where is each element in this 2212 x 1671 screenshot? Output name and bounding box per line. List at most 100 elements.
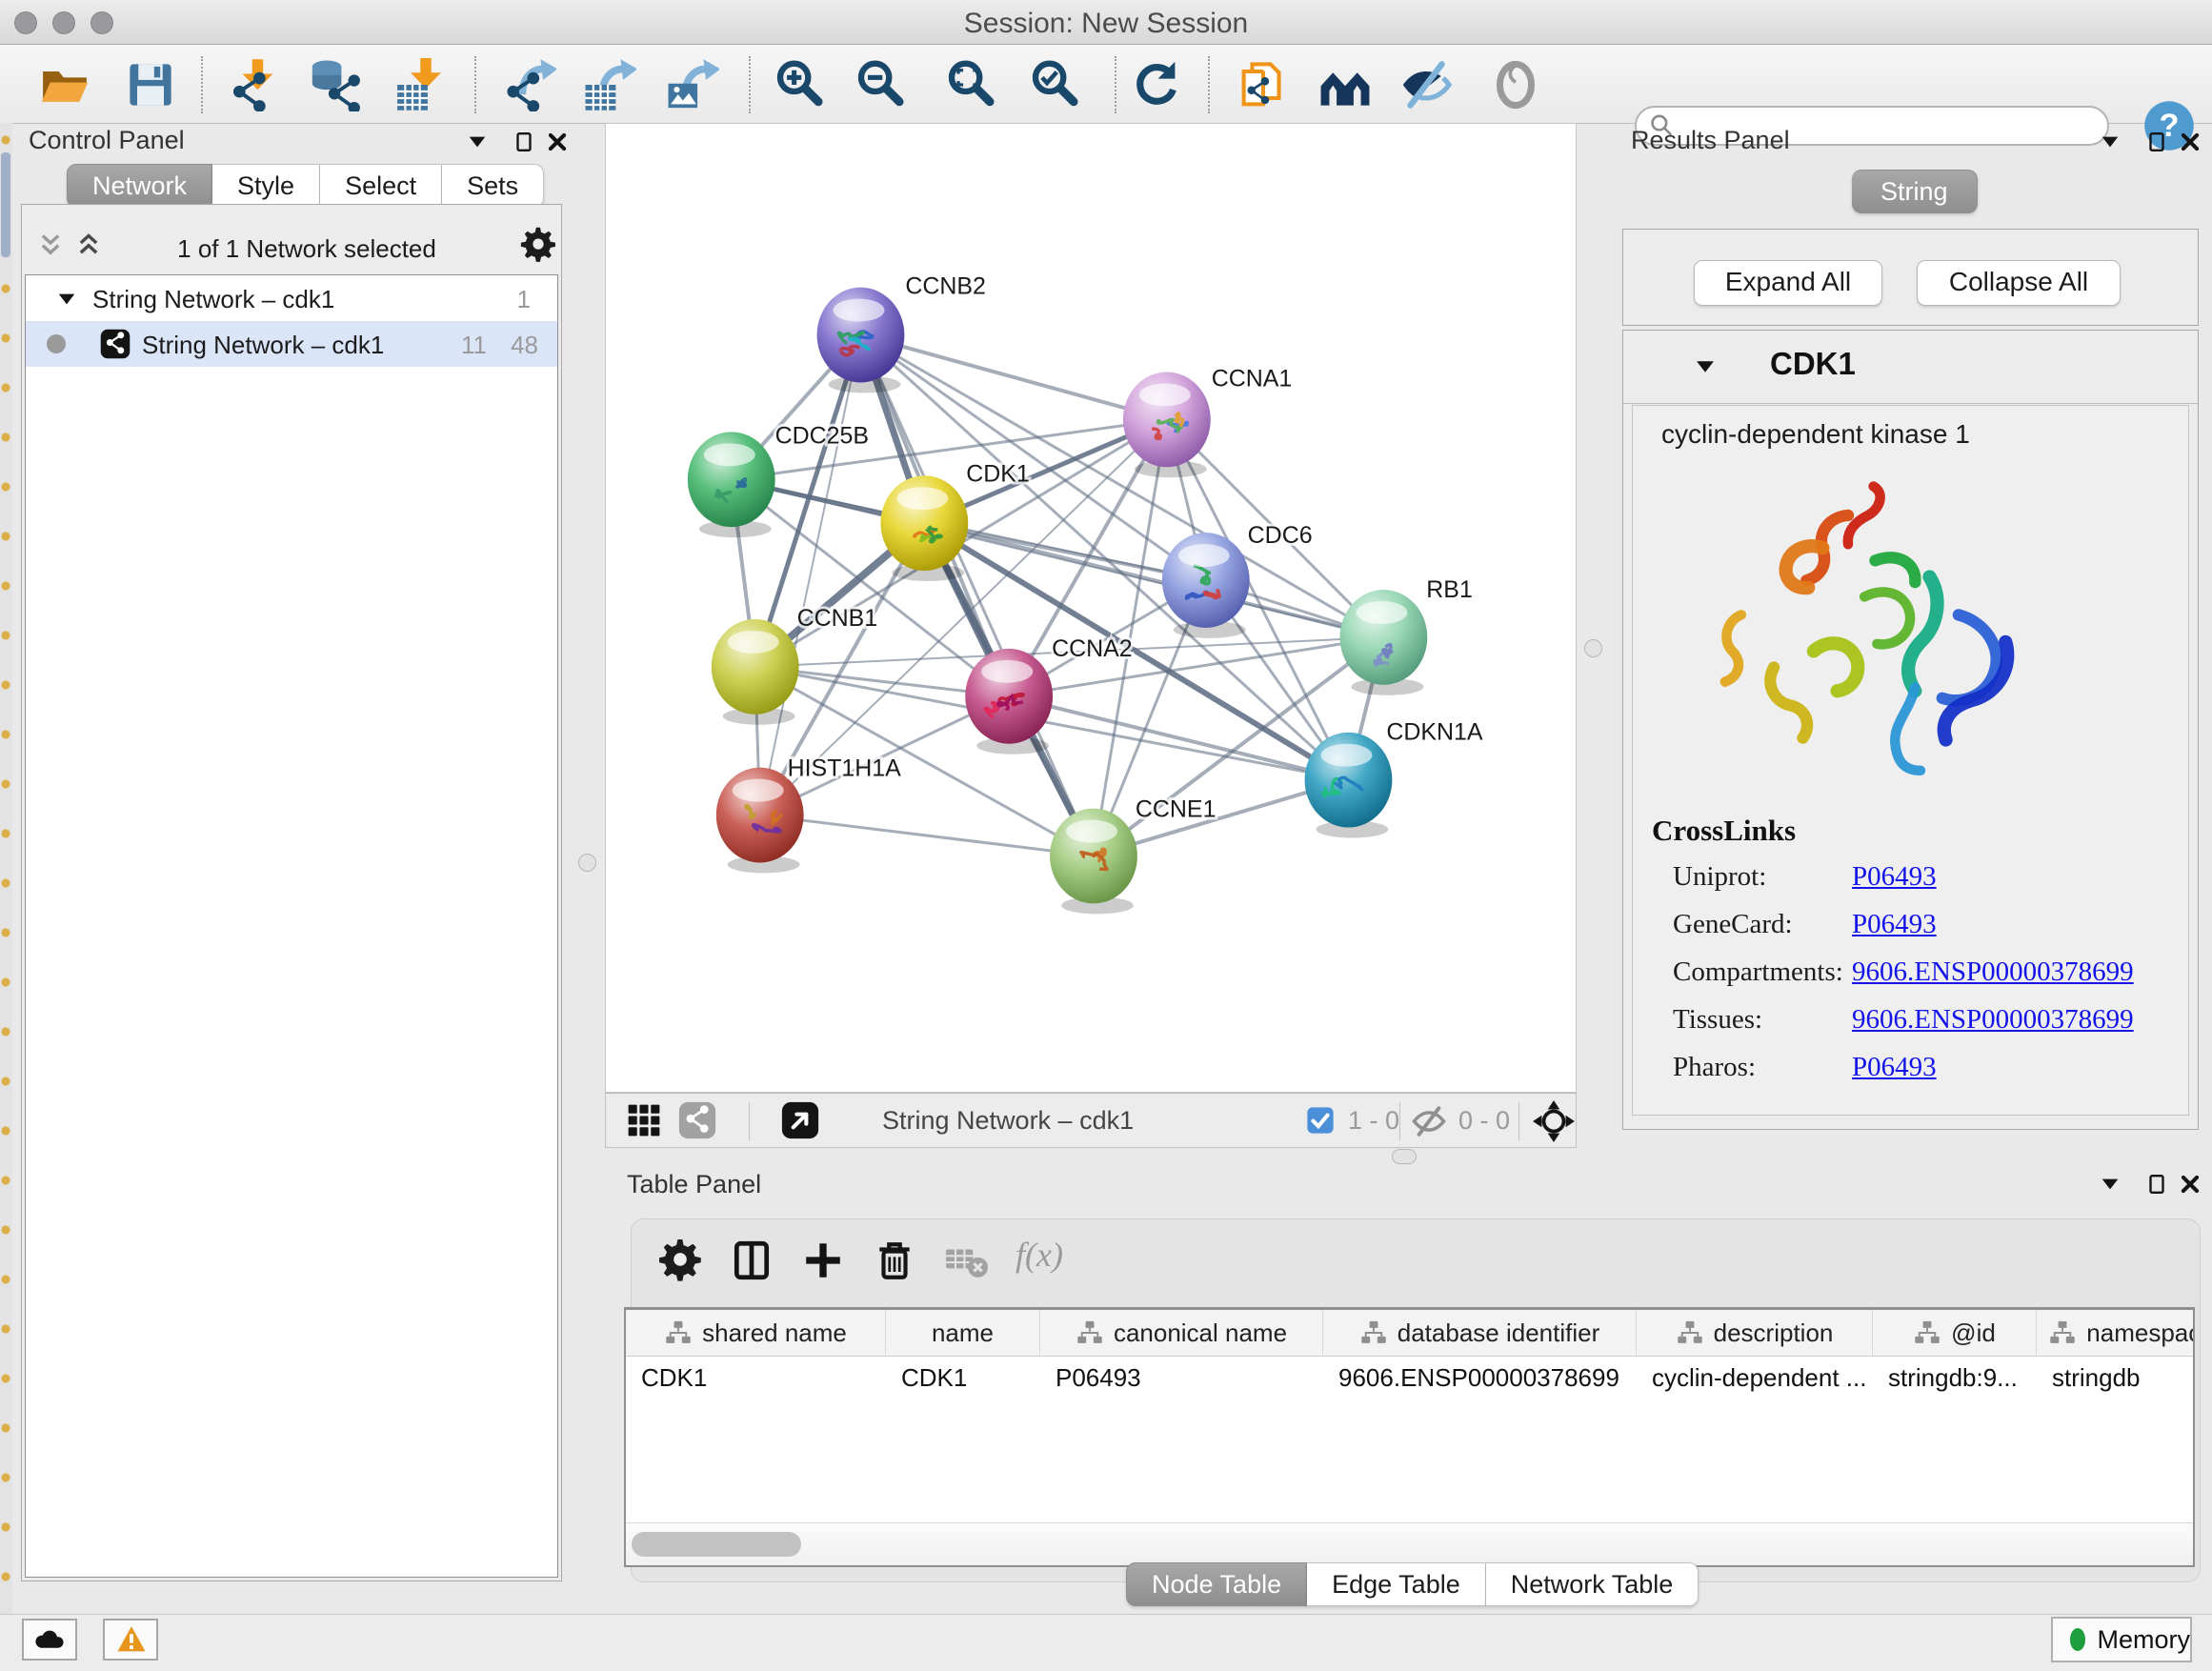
table-cell[interactable]: stringdb bbox=[2037, 1356, 2195, 1399]
collapse-all-button[interactable]: Collapse All bbox=[1917, 260, 2121, 306]
table-panel-float-icon[interactable] bbox=[2144, 1172, 2169, 1197]
refresh-network-icon[interactable] bbox=[1129, 58, 1182, 111]
import-table-from-file-icon[interactable] bbox=[392, 58, 446, 111]
control-panel-close-icon[interactable] bbox=[545, 130, 570, 154]
node-CCNB2[interactable] bbox=[817, 288, 905, 393]
node-RB1[interactable] bbox=[1339, 590, 1427, 695]
table-cell[interactable]: stringdb:9... bbox=[1873, 1356, 2037, 1399]
collapse-all-networks-icon[interactable] bbox=[36, 231, 65, 259]
grid-view-icon[interactable] bbox=[625, 1101, 663, 1139]
edge-CCNE1-HIST1H1A[interactable] bbox=[760, 815, 1094, 856]
string-view-icon[interactable] bbox=[678, 1101, 716, 1139]
table-row[interactable]: CDK1CDK1P064939606.ENSP00000378699cyclin… bbox=[626, 1356, 2195, 1399]
expand-all-networks-icon[interactable] bbox=[74, 231, 103, 259]
column-header-@id[interactable]: @id bbox=[1873, 1310, 2037, 1356]
tab-style[interactable]: Style bbox=[212, 164, 320, 208]
tab-sets[interactable]: Sets bbox=[442, 164, 544, 208]
results-panel-close-icon[interactable] bbox=[2178, 130, 2202, 154]
network-list-header: 1 of 1 Network selected bbox=[21, 213, 562, 271]
duplicate-network-icon[interactable] bbox=[1237, 58, 1290, 111]
collection-expand-icon[interactable] bbox=[54, 287, 79, 312]
table-horizontal-scrollbar[interactable] bbox=[626, 1522, 2193, 1565]
selected-checkbox-icon[interactable] bbox=[1306, 1106, 1335, 1135]
column-header-shared-name[interactable]: shared name bbox=[626, 1310, 886, 1356]
string-network-graph[interactable]: CCNB2CCNB2CCNA1CCNA1CDC25BCDC25BCDK1CDK1… bbox=[606, 124, 1576, 1092]
network-row[interactable]: String Network – cdk1 11 48 bbox=[26, 321, 557, 367]
crosslink-link[interactable]: P06493 bbox=[1852, 1052, 1937, 1083]
node-CCNB1[interactable] bbox=[712, 619, 799, 725]
tab-string[interactable]: String bbox=[1852, 170, 1978, 213]
tab-network-table[interactable]: Network Table bbox=[1486, 1562, 1699, 1606]
crosslink-link[interactable]: 9606.ENSP00000378699 bbox=[1852, 1004, 2134, 1036]
expand-all-button[interactable]: Expand All bbox=[1694, 260, 1882, 306]
cloud-status-button[interactable] bbox=[22, 1619, 77, 1661]
table-panel-close-icon[interactable] bbox=[2178, 1172, 2202, 1197]
add-column-icon[interactable] bbox=[801, 1238, 845, 1282]
hidden-eye-slash-icon[interactable] bbox=[1411, 1103, 1447, 1139]
table-cell[interactable]: 9606.ENSP00000378699 bbox=[1323, 1356, 1637, 1399]
table-panel-collapse-icon[interactable] bbox=[2098, 1172, 2122, 1197]
network-collection-row[interactable]: String Network – cdk1 1 bbox=[26, 275, 557, 321]
table-cell[interactable]: CDK1 bbox=[886, 1356, 1040, 1399]
table-settings-icon[interactable] bbox=[658, 1238, 702, 1282]
table-cell[interactable]: P06493 bbox=[1040, 1356, 1323, 1399]
delete-column-icon[interactable] bbox=[873, 1238, 916, 1282]
control-panel-float-icon[interactable] bbox=[512, 130, 536, 154]
node-section-header[interactable]: CDK1 bbox=[1623, 331, 2198, 404]
function-builder-icon[interactable]: f(x) bbox=[1016, 1235, 1063, 1275]
export-table-icon[interactable] bbox=[583, 58, 636, 111]
export-network-icon[interactable] bbox=[503, 58, 556, 111]
results-panel-float-icon[interactable] bbox=[2144, 130, 2169, 154]
birdseye-crosshair-icon[interactable] bbox=[1532, 1099, 1576, 1143]
table-cell[interactable]: cyclin-dependent ... bbox=[1637, 1356, 1873, 1399]
tab-node-table[interactable]: Node Table bbox=[1126, 1562, 1307, 1606]
table-cell[interactable]: CDK1 bbox=[626, 1356, 886, 1399]
delete-table-icon[interactable] bbox=[944, 1238, 988, 1282]
network-canvas[interactable]: CCNB2CCNB2CCNA1CCNA1CDC25BCDC25BCDK1CDK1… bbox=[605, 123, 1577, 1093]
first-neighbors-icon[interactable] bbox=[1318, 58, 1372, 111]
detach-view-icon[interactable] bbox=[781, 1101, 819, 1139]
toggle-columns-icon[interactable] bbox=[730, 1238, 774, 1282]
open-session-icon[interactable] bbox=[38, 58, 91, 111]
left-splitter-handle[interactable] bbox=[578, 854, 596, 872]
results-panel-collapse-icon[interactable] bbox=[2098, 130, 2122, 154]
import-network-from-file-icon[interactable] bbox=[227, 58, 280, 111]
warnings-button[interactable] bbox=[103, 1619, 158, 1661]
crosslink-link[interactable]: P06493 bbox=[1852, 909, 1937, 940]
right-splitter-handle[interactable] bbox=[1584, 639, 1602, 657]
zoom-in-icon[interactable] bbox=[774, 58, 827, 111]
column-header-description[interactable]: description bbox=[1637, 1310, 1873, 1356]
node-CDKN1A[interactable] bbox=[1305, 733, 1393, 838]
table-scrollbar-thumb[interactable] bbox=[632, 1532, 801, 1557]
memory-button[interactable]: Memory bbox=[2051, 1617, 2192, 1662]
zoom-fit-icon[interactable] bbox=[945, 58, 998, 111]
edge-CCNB2-HIST1H1A[interactable] bbox=[760, 335, 861, 815]
network-options-gear-icon[interactable] bbox=[520, 227, 556, 263]
node-CDC25B[interactable] bbox=[688, 432, 775, 537]
node-CCNE1[interactable] bbox=[1050, 809, 1137, 915]
column-header-namespace[interactable]: namespace bbox=[2037, 1310, 2195, 1356]
save-session-icon[interactable] bbox=[124, 58, 177, 111]
toolbar-separator bbox=[1115, 56, 1116, 113]
control-panel-collapse-icon[interactable] bbox=[465, 130, 490, 154]
node-CCNA1[interactable] bbox=[1123, 372, 1211, 477]
section-collapse-icon[interactable] bbox=[1692, 353, 1719, 380]
crosslink-link[interactable]: P06493 bbox=[1852, 861, 1937, 893]
crosslink-link[interactable]: 9606.ENSP00000378699 bbox=[1852, 956, 2134, 988]
column-header-database-identifier[interactable]: database identifier bbox=[1323, 1310, 1637, 1356]
horizontal-splitter-handle[interactable] bbox=[1392, 1149, 1417, 1164]
column-header-canonical-name[interactable]: canonical name bbox=[1040, 1310, 1323, 1356]
network-label: String Network – cdk1 bbox=[142, 331, 384, 360]
collection-label: String Network – cdk1 bbox=[92, 285, 334, 314]
import-network-from-database-icon[interactable] bbox=[309, 58, 362, 111]
tab-network[interactable]: Network bbox=[67, 164, 212, 208]
column-header-name[interactable]: name bbox=[886, 1310, 1040, 1356]
hide-selected-icon[interactable] bbox=[1399, 58, 1453, 111]
tab-select[interactable]: Select bbox=[320, 164, 442, 208]
node-HIST1H1A[interactable] bbox=[716, 768, 804, 874]
tab-edge-table[interactable]: Edge Table bbox=[1307, 1562, 1486, 1606]
zoom-out-icon[interactable] bbox=[855, 58, 908, 111]
zoom-selected-icon[interactable] bbox=[1029, 58, 1082, 111]
show-graphics-details-icon[interactable] bbox=[1489, 58, 1542, 111]
export-image-icon[interactable] bbox=[666, 58, 719, 111]
